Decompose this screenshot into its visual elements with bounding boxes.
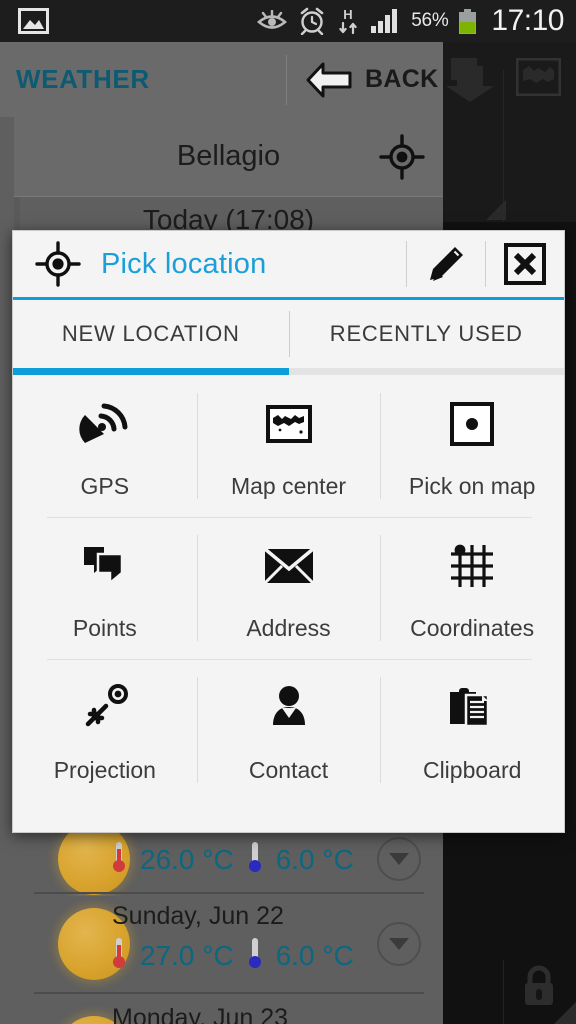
temp-low: 6.0 °C	[275, 843, 354, 875]
list-divider	[34, 892, 424, 894]
grid-row: Projection Contact Clipboard	[13, 659, 564, 801]
temp-low: 6.0 °C	[275, 939, 354, 971]
app-title-bar: WEATHER BACK	[0, 42, 443, 117]
lock-icon[interactable]	[520, 962, 558, 1010]
thermometer-high-icon	[112, 938, 126, 973]
tab-indicator-bar	[13, 368, 564, 375]
close-x-icon	[504, 243, 546, 285]
option-pick-on-map[interactable]: Pick on map	[380, 375, 564, 517]
option-label: Coordinates	[410, 615, 535, 641]
back-button[interactable]: BACK	[305, 42, 438, 117]
dialog-title: Pick location	[101, 247, 267, 280]
grid-point-icon	[449, 539, 495, 593]
tab-inactive-track	[288, 368, 564, 375]
option-label: Address	[246, 615, 331, 641]
page-title: WEATHER	[16, 64, 150, 94]
list-divider	[34, 992, 424, 994]
person-icon	[267, 681, 311, 735]
tab-active-indicator	[13, 368, 289, 375]
option-projection[interactable]: Projection	[13, 659, 197, 801]
alarm-clock-icon	[298, 7, 326, 35]
grid-row: Points Address Coordinates	[13, 517, 564, 659]
option-points[interactable]: Points	[13, 517, 197, 659]
close-button[interactable]	[486, 231, 564, 297]
option-label: Projection	[53, 757, 156, 783]
battery-percent-label: 56%	[411, 10, 449, 31]
option-contact[interactable]: Contact	[197, 659, 381, 801]
option-label: GPS	[80, 473, 130, 499]
eye-icon	[257, 10, 288, 32]
target-crosshair-icon	[35, 241, 81, 287]
option-address[interactable]: Address	[197, 517, 381, 659]
dialog-tabs: NEW LOCATION RECENTLY USED	[13, 300, 564, 368]
option-label: Clipboard	[422, 757, 522, 783]
thermometer-high-icon	[112, 842, 126, 877]
weather-row[interactable]: Sunday, Jun 22 27.0 °C 6.0 °C	[14, 896, 443, 992]
back-arrow-icon	[305, 61, 353, 99]
clipboard-icon	[448, 681, 496, 735]
temp-high: 26.0 °C	[140, 843, 234, 875]
dot-in-square-icon	[450, 397, 495, 451]
satellite-dish-icon	[78, 397, 132, 451]
weather-day: Monday, Jun 23	[112, 1004, 289, 1024]
pick-location-dialog: Pick location NEW LOCATION RECENTLY USED…	[12, 230, 565, 833]
svg-text:H: H	[344, 7, 353, 22]
weather-day: Sunday, Jun 22	[112, 902, 284, 930]
envelope-icon	[263, 539, 314, 593]
pencil-edit-icon	[425, 243, 467, 285]
tab-recently-used[interactable]: RECENTLY USED	[289, 300, 565, 368]
titlebar-divider	[286, 55, 287, 105]
option-label: Points	[72, 615, 137, 641]
temp-high: 27.0 °C	[140, 939, 234, 971]
projection-arrows-icon	[80, 681, 130, 735]
option-label: Pick on map	[408, 473, 536, 499]
target-crosshair-icon[interactable]	[379, 133, 425, 180]
image-icon	[18, 8, 49, 34]
weather-temps: 26.0 °C 6.0 °C	[112, 842, 354, 877]
hspa-data-icon: H	[337, 6, 359, 36]
thermometer-low-icon	[248, 842, 262, 877]
location-name: Bellagio	[176, 140, 281, 172]
option-clipboard[interactable]: Clipboard	[380, 659, 564, 801]
location-header-row[interactable]: Bellagio	[14, 117, 443, 197]
option-coordinates[interactable]: Coordinates	[380, 517, 564, 659]
thermometer-low-icon	[248, 938, 262, 973]
weather-temps: 27.0 °C 6.0 °C	[112, 938, 354, 973]
option-label: Contact	[248, 757, 329, 783]
grid-row: GPS Map center Pick on map	[13, 375, 564, 517]
dark-panel-triangle	[486, 200, 506, 220]
weather-row[interactable]: Monday, Jun 23	[14, 996, 443, 1024]
expand-chevron-icon[interactable]	[377, 922, 421, 966]
android-status-bar: H 56% 17:10	[0, 0, 576, 42]
world-map-icon[interactable]	[516, 58, 561, 96]
tab-new-location[interactable]: NEW LOCATION	[13, 300, 289, 368]
weather-row[interactable]: 26.0 °C 6.0 °C	[14, 823, 443, 895]
edit-button[interactable]	[407, 231, 485, 297]
dialog-header: Pick location	[13, 231, 564, 297]
option-gps[interactable]: GPS	[13, 375, 197, 517]
status-clock: 17:10	[491, 4, 564, 37]
download-icon[interactable]	[443, 52, 503, 112]
screen: WEATHER BACK Bellagio Today (17:08) 26.0…	[0, 0, 576, 1024]
signal-bars-icon	[370, 8, 400, 34]
battery-icon	[459, 8, 477, 34]
location-source-grid: GPS Map center Pick on map Points Addres…	[13, 375, 564, 801]
map-pins-icon	[80, 539, 130, 593]
expand-chevron-icon[interactable]	[377, 837, 421, 881]
option-label: Map center	[230, 473, 347, 499]
tab-divider	[288, 311, 290, 357]
back-button-label: BACK	[365, 65, 439, 93]
option-map-center[interactable]: Map center	[197, 375, 381, 517]
dark-panel-divider-bottom	[503, 960, 504, 1024]
world-map-frame-icon	[265, 397, 312, 451]
